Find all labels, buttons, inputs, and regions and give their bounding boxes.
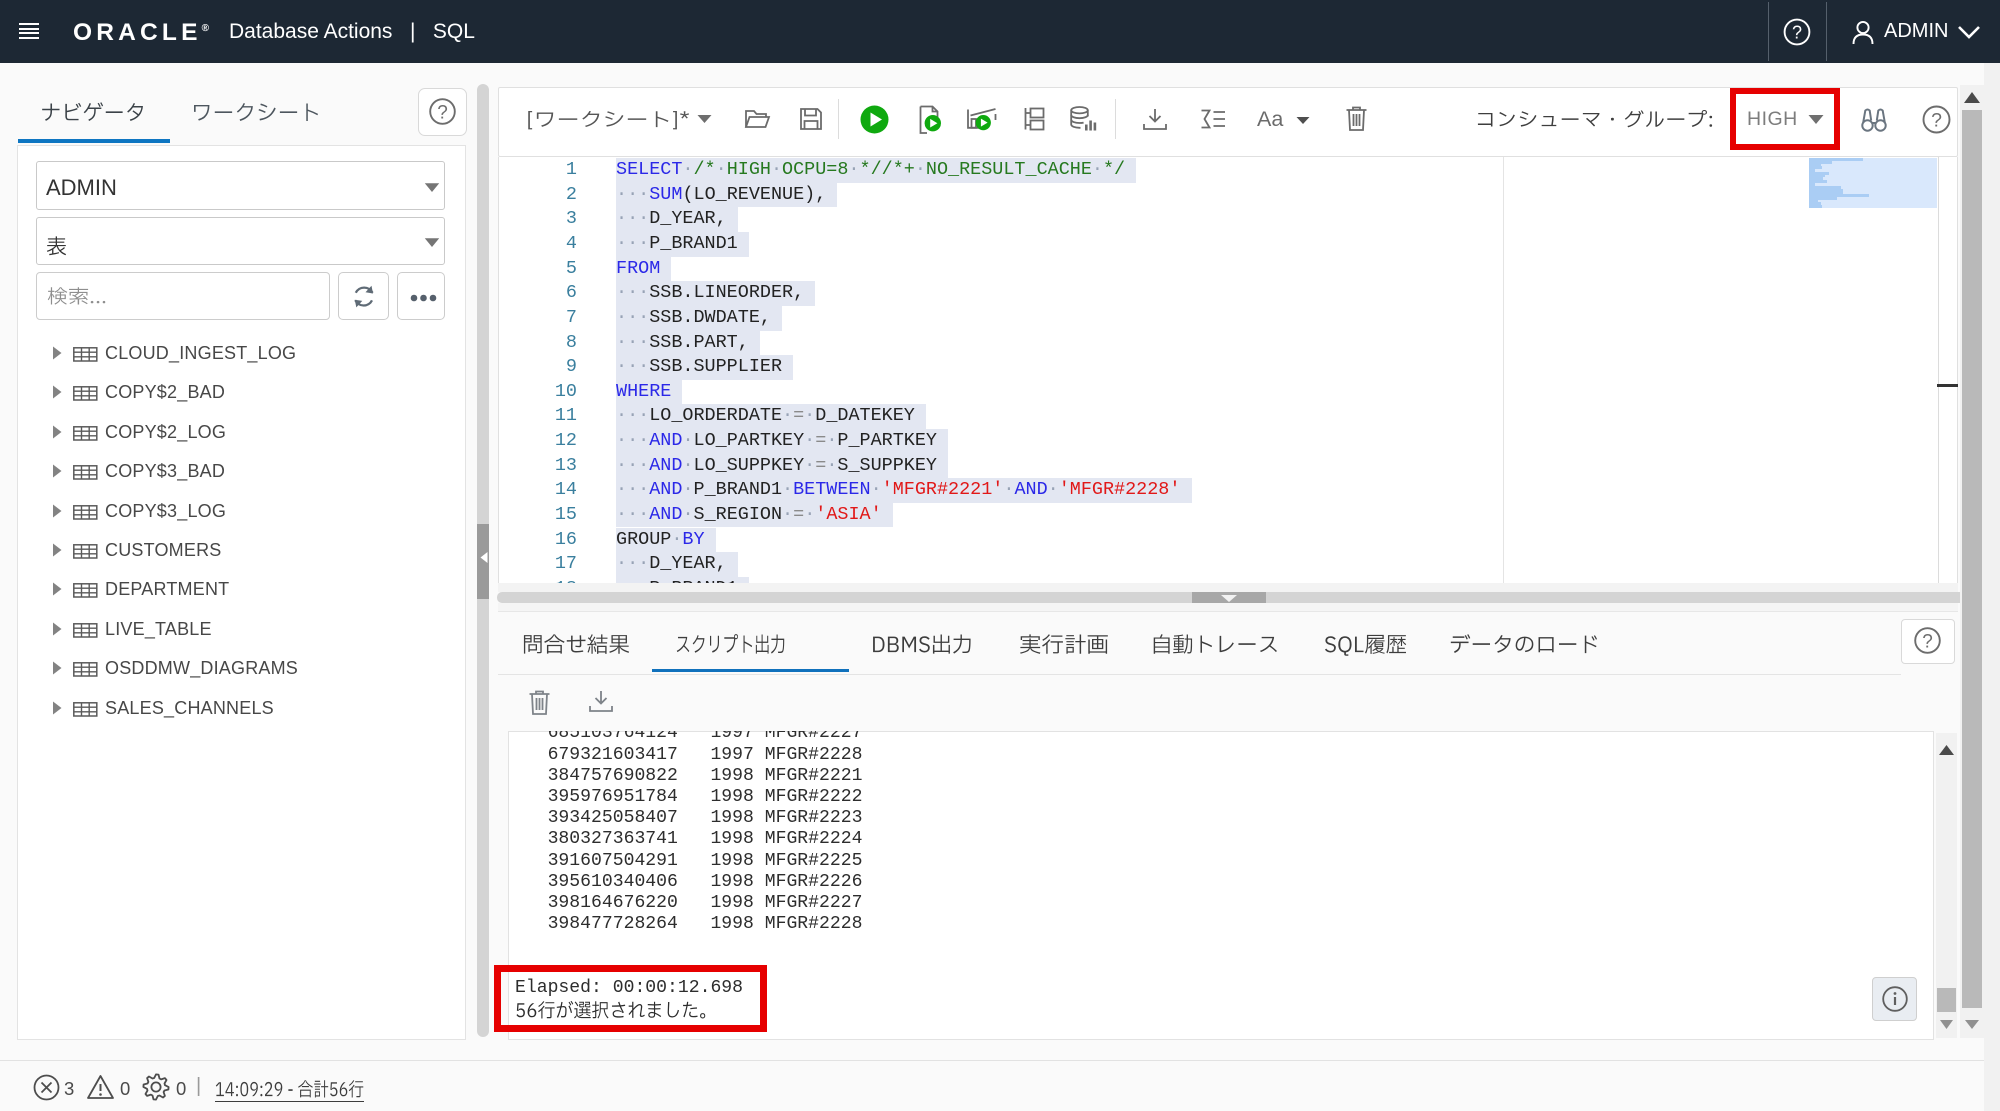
- svg-text:?: ?: [1922, 632, 1933, 653]
- svg-text:?: ?: [1792, 23, 1802, 43]
- svg-text:?: ?: [1931, 110, 1942, 132]
- svg-text:?: ?: [437, 103, 448, 124]
